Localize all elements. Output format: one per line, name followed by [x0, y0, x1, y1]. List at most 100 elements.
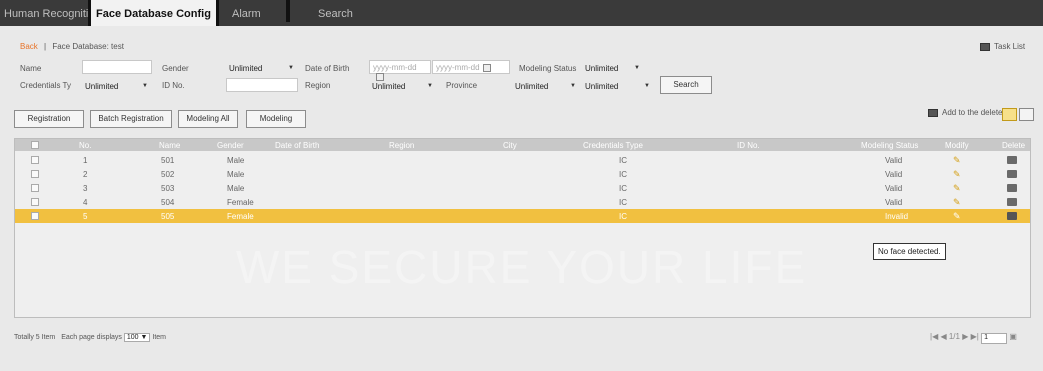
pagination-summary: Totally 5 Item Each page displays 100 ▼ …	[14, 333, 166, 342]
dob-to-input[interactable]: yyyy-mm-dd	[432, 60, 510, 74]
trash-icon[interactable]	[1007, 156, 1017, 164]
trash-icon[interactable]	[1007, 212, 1017, 220]
prev-page-icon[interactable]: ◀	[940, 332, 946, 341]
gender-select[interactable]: Unlimited ▼	[226, 61, 298, 75]
cell-credentials: IC	[619, 156, 627, 165]
cell-modeling-status: Valid	[885, 170, 903, 179]
calendar-icon[interactable]	[482, 63, 491, 72]
trash-icon[interactable]	[1007, 198, 1017, 206]
tooltip: No face detected.	[873, 243, 946, 260]
table-row[interactable]: 2 502 Male IC Valid ✎	[15, 167, 1030, 181]
name-input[interactable]	[82, 60, 152, 74]
trash-icon[interactable]	[1007, 170, 1017, 178]
province-select[interactable]: Unlimited ▼	[512, 79, 580, 93]
name-label: Name	[20, 64, 42, 73]
chevron-down-icon: ▼	[570, 83, 576, 89]
batch-registration-button[interactable]: Batch Registration	[90, 110, 172, 128]
cell-no: 2	[83, 170, 88, 179]
city-value: Unlimited	[585, 82, 619, 91]
city-select[interactable]: Unlimited ▼	[582, 79, 654, 93]
back-link[interactable]: Back	[20, 42, 38, 51]
region-select[interactable]: Unlimited ▼	[369, 79, 437, 93]
total-items: Totally 5 Item	[14, 334, 56, 341]
chevron-down-icon: ▼	[634, 65, 640, 71]
chevron-down-icon: ▼	[427, 83, 433, 89]
task-list-button[interactable]: Task List	[980, 42, 1025, 51]
header-dob: Date of Birth	[275, 141, 320, 150]
tab-human-recognition[interactable]: Human Recognition	[4, 0, 101, 26]
breadcrumb-path: Face Database: test	[52, 42, 124, 51]
dob-from-placeholder: yyyy-mm-dd	[373, 63, 417, 72]
tab-alarm[interactable]: Alarm	[232, 0, 261, 26]
region-label: Region	[305, 81, 331, 90]
header-id-no: ID No.	[737, 141, 760, 150]
credentials-select[interactable]: Unlimited ▼	[82, 79, 152, 93]
thumbnail-view-icon[interactable]	[1019, 108, 1034, 121]
page-indicator: 1/1	[948, 332, 960, 341]
search-button[interactable]: Search	[660, 76, 712, 94]
header-city: City	[503, 141, 517, 150]
select-all-checkbox[interactable]	[31, 141, 39, 149]
id-label: ID No.	[162, 81, 185, 90]
credentials-label: Credentials Ty	[20, 81, 71, 90]
cell-no: 3	[83, 184, 88, 193]
modeling-status-select[interactable]: Unlimited ▼	[582, 61, 644, 75]
cell-credentials: IC	[619, 212, 627, 221]
page-size-value: 100	[126, 334, 139, 341]
cell-credentials: IC	[619, 170, 627, 179]
chevron-down-icon: ▼	[142, 83, 148, 89]
tab-face-database-config[interactable]: Face Database Config	[88, 0, 219, 26]
table-row[interactable]: 5 505 Female IC Invalid ✎	[15, 209, 1030, 223]
page-input[interactable]: 1	[981, 333, 1008, 344]
row-checkbox[interactable]	[31, 156, 39, 164]
header-delete: Delete	[1002, 141, 1026, 150]
cell-no: 4	[83, 198, 88, 207]
row-checkbox[interactable]	[31, 198, 39, 206]
edit-icon[interactable]: ✎	[953, 211, 961, 222]
cell-name: 502	[161, 170, 175, 179]
region-value: Unlimited	[372, 82, 406, 91]
last-page-icon[interactable]: ▶|	[971, 332, 979, 341]
cell-name: 501	[161, 156, 175, 165]
province-value: Unlimited	[515, 82, 549, 91]
modeling-button[interactable]: Modeling	[246, 110, 306, 128]
edit-icon[interactable]: ✎	[953, 155, 961, 166]
tab-search[interactable]: Search	[318, 0, 353, 26]
edit-icon[interactable]: ✎	[953, 169, 961, 180]
task-list-icon	[980, 42, 990, 51]
cell-name: 503	[161, 184, 175, 193]
chevron-down-icon: ▼	[644, 83, 650, 89]
table-row[interactable]: 4 504 Female IC Valid ✎	[15, 195, 1030, 209]
table-row[interactable]: 3 503 Male IC Valid ✎	[15, 181, 1030, 195]
row-checkbox[interactable]	[31, 184, 39, 192]
modeling-all-button[interactable]: Modeling All	[178, 110, 238, 128]
cell-no: 1	[83, 156, 88, 165]
registration-button[interactable]: Registration	[14, 110, 84, 128]
edit-icon[interactable]: ✎	[953, 183, 961, 194]
first-page-icon[interactable]: |◀	[930, 332, 938, 341]
row-checkbox[interactable]	[31, 212, 39, 220]
cell-name: 505	[161, 212, 175, 221]
dob-from-input[interactable]: yyyy-mm-dd	[369, 60, 431, 81]
header-name: Name	[159, 141, 181, 150]
trash-icon[interactable]	[1007, 184, 1017, 192]
table-header: No. Name Gender Date of Birth Region Cit…	[15, 139, 1030, 151]
edit-icon[interactable]: ✎	[953, 197, 961, 208]
id-input[interactable]	[226, 78, 298, 92]
header-credentials-type: Credentials Type	[583, 141, 643, 150]
modeling-status-label: Modeling Status	[519, 64, 577, 73]
table-row[interactable]: 1 501 Male IC Valid ✎	[15, 153, 1030, 167]
breadcrumb-separator: |	[44, 42, 47, 51]
modeling-status-value: Unlimited	[585, 64, 619, 73]
cell-gender: Male	[227, 156, 245, 165]
list-view-icon[interactable]	[1002, 108, 1017, 121]
next-page-icon[interactable]: ▶	[962, 332, 968, 341]
cell-modeling-status: Valid	[885, 184, 903, 193]
row-checkbox[interactable]	[31, 170, 39, 178]
go-page-icon[interactable]: ▣	[1009, 332, 1017, 341]
page-size-select[interactable]: 100 ▼	[123, 333, 151, 342]
cell-no: 5	[83, 212, 88, 221]
cell-modeling-status: Valid	[885, 198, 903, 207]
header-modeling-status: Modeling Status	[861, 141, 919, 150]
breadcrumb: Back | Face Database: test	[20, 42, 124, 51]
